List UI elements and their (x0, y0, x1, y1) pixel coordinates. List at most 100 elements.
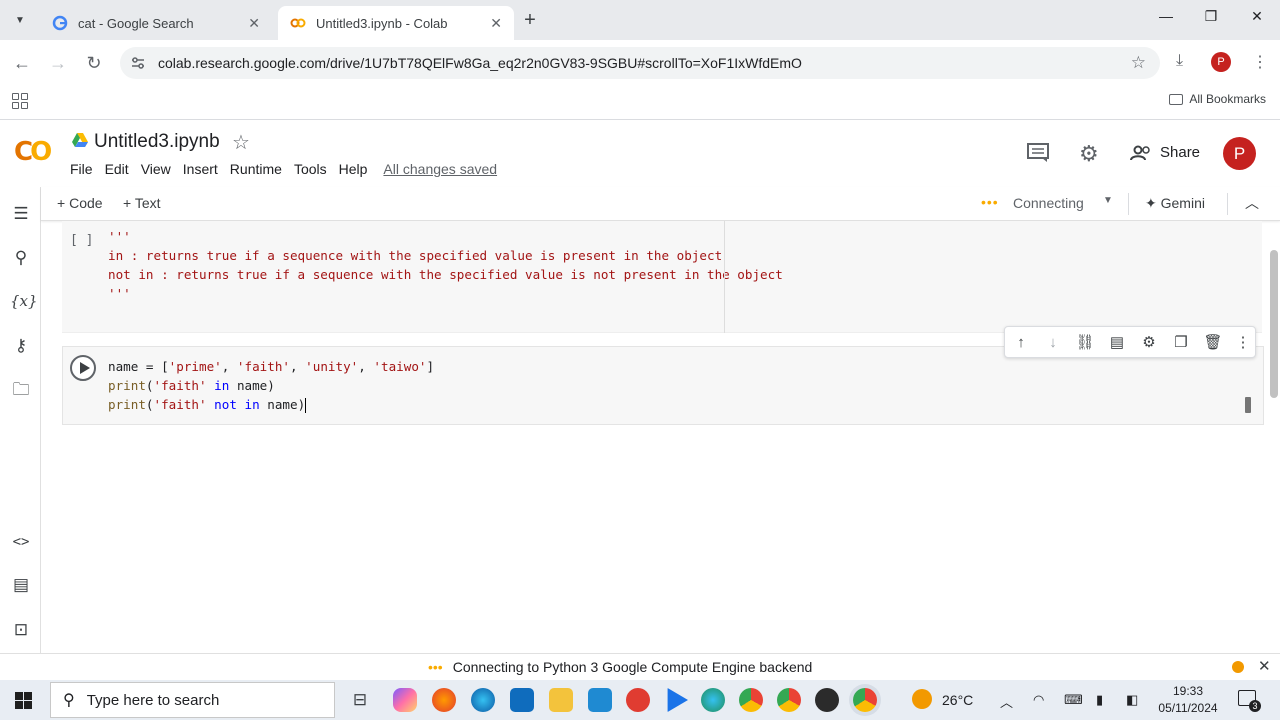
file-explorer-icon[interactable] (549, 688, 573, 712)
tab-colab[interactable]: Untitled3.ipynb - Colab ✕ (278, 6, 514, 40)
vscode-icon[interactable] (588, 688, 612, 712)
runtime-status[interactable]: Connecting (1013, 195, 1084, 211)
code-line: not in : returns true if a sequence with… (108, 267, 783, 282)
tray-chevron-icon[interactable]: ︿ (1000, 692, 1013, 711)
menu-file[interactable]: File (70, 161, 93, 177)
obs-icon[interactable] (815, 688, 839, 712)
move-cell-down-icon[interactable]: ↓ (1043, 333, 1063, 353)
weather-temp[interactable]: 26°C (942, 692, 973, 708)
new-tab-button[interactable]: + (520, 10, 540, 30)
status-bar: ••• Connecting to Python 3 Google Compute… (0, 653, 1280, 680)
browser-profile-avatar[interactable]: P (1211, 52, 1231, 72)
copilot-icon[interactable] (393, 688, 417, 712)
tab-title: Untitled3.ipynb - Colab (316, 15, 448, 31)
run-cell-button[interactable] (70, 355, 96, 381)
menu-runtime[interactable]: Runtime (230, 161, 282, 177)
edge-dev-icon[interactable] (701, 688, 725, 712)
cell-settings-gear-icon[interactable]: ⚙ (1139, 333, 1159, 353)
play-icon (79, 362, 90, 374)
add-code-cell-button[interactable]: + Code (57, 195, 103, 211)
menu-view[interactable]: View (141, 161, 171, 177)
terminal-icon[interactable]: ⊡ (10, 619, 32, 641)
variables-icon[interactable]: {x} (10, 290, 38, 312)
tab-search-chevron-icon[interactable]: ▼ (8, 8, 32, 32)
gemini-button[interactable]: ✦ Gemini (1145, 195, 1205, 212)
people-icon (1130, 145, 1150, 160)
cell-code[interactable]: ''' in : returns true if a sequence with … (108, 227, 783, 303)
menu-insert[interactable]: Insert (183, 161, 218, 177)
menu-tools[interactable]: Tools (294, 161, 327, 177)
search-icon: ⚲ (63, 692, 75, 709)
mirror-cell-icon[interactable]: ❐ (1171, 333, 1191, 353)
tab-google-search[interactable]: cat - Google Search ✕ (40, 6, 272, 40)
command-palette-icon[interactable]: ▤ (10, 574, 32, 596)
table-of-contents-icon[interactable]: ☰ (10, 203, 32, 225)
code-snippets-icon[interactable]: <> (10, 531, 32, 553)
code-cell[interactable]: [ ] ''' in : returns true if a sequence w… (62, 221, 1262, 333)
task-view-icon[interactable]: ⊟ (348, 688, 372, 712)
gemini-label: Gemini (1160, 195, 1205, 211)
colab-logo[interactable]: CO (14, 137, 52, 167)
wps-office-icon[interactable] (626, 688, 650, 712)
close-tab-icon[interactable]: ✕ (248, 15, 260, 32)
close-tab-icon[interactable]: ✕ (490, 15, 502, 32)
back-arrow-icon[interactable]: ← (11, 53, 33, 73)
cell-code[interactable]: name = ['prime', 'faith', 'unity', 'taiw… (108, 357, 434, 414)
mail-icon[interactable] (510, 688, 534, 712)
google-drive-icon[interactable] (72, 133, 88, 147)
close-status-icon[interactable]: ✕ (1258, 657, 1271, 675)
link-icon[interactable]: ⛓ (1075, 333, 1095, 353)
settings-gear-icon[interactable]: ⚙ (1079, 141, 1099, 167)
close-window-icon[interactable]: ✕ (1245, 8, 1269, 25)
browser-menu-icon[interactable]: ⋮ (1252, 52, 1268, 72)
firefox-icon[interactable] (432, 688, 456, 712)
left-sidebar: ☰ ⚲ {x} ⚷ 🗀 <> ▤ ⊡ (0, 187, 41, 653)
menu-edit[interactable]: Edit (105, 161, 129, 177)
keyboard-icon[interactable]: ⌨ (1064, 692, 1083, 708)
windows-start-icon[interactable] (15, 692, 32, 709)
download-icon[interactable]: ⤓ (1176, 52, 1183, 70)
move-cell-up-icon[interactable]: ↑ (1011, 333, 1031, 353)
minimize-icon[interactable]: — (1154, 8, 1178, 24)
chrome-icon[interactable] (739, 688, 763, 712)
speaker-icon[interactable]: ◧ (1126, 692, 1138, 708)
site-settings-icon[interactable] (130, 55, 146, 71)
page-scrollbar[interactable] (1270, 250, 1278, 398)
bookmark-star-icon[interactable]: ☆ (1131, 53, 1146, 73)
address-bar[interactable]: colab.research.google.com/drive/1U7bT78Q… (120, 47, 1160, 79)
secrets-key-icon[interactable]: ⚷ (10, 335, 32, 357)
more-options-icon[interactable]: ⋮ (1233, 333, 1253, 353)
chrome-profile-icon[interactable] (777, 688, 801, 712)
edge-icon[interactable] (471, 688, 495, 712)
comments-icon[interactable] (1027, 143, 1049, 163)
runtime-dropdown-icon[interactable]: ▼ (1103, 195, 1113, 206)
battery-icon[interactable]: ▮ (1096, 692, 1103, 708)
notebook-title[interactable]: Untitled3.ipynb (94, 131, 220, 153)
wifi-icon[interactable]: ◠ (1033, 692, 1044, 708)
star-notebook-icon[interactable]: ☆ (232, 130, 250, 155)
reload-icon[interactable]: ↻ (83, 53, 105, 73)
delete-trash-icon[interactable]: 🗑 (1203, 333, 1223, 353)
search-icon[interactable]: ⚲ (10, 247, 32, 269)
add-text-cell-button[interactable]: + Text (123, 195, 161, 211)
taskbar-search[interactable]: ⚲ Type here to search (50, 682, 335, 718)
forward-arrow-icon[interactable]: → (47, 53, 69, 73)
files-folder-icon[interactable]: 🗀 (10, 379, 32, 401)
chrome-active-icon[interactable] (853, 688, 877, 712)
cell-scrollbar[interactable] (1245, 397, 1251, 413)
taskbar-clock[interactable]: 19:33 05/11/2024 (1150, 683, 1226, 717)
media-player-icon[interactable] (667, 688, 688, 712)
apps-icon[interactable] (12, 93, 28, 109)
restore-icon[interactable]: ❐ (1199, 8, 1223, 25)
comment-icon[interactable]: ▤ (1107, 333, 1127, 353)
menu-help[interactable]: Help (339, 161, 368, 177)
cell-run-bracket[interactable]: [ ] (70, 233, 93, 248)
share-button[interactable]: Share (1130, 144, 1200, 161)
account-avatar[interactable]: P (1223, 137, 1256, 170)
tab-title: cat - Google Search (78, 15, 194, 31)
collapse-header-icon[interactable]: ︿ (1245, 193, 1259, 213)
save-status[interactable]: All changes saved (383, 161, 497, 177)
weather-sun-icon[interactable] (912, 689, 932, 709)
all-bookmarks-button[interactable]: All Bookmarks (1169, 92, 1266, 106)
status-indicator-icon (1232, 661, 1244, 673)
